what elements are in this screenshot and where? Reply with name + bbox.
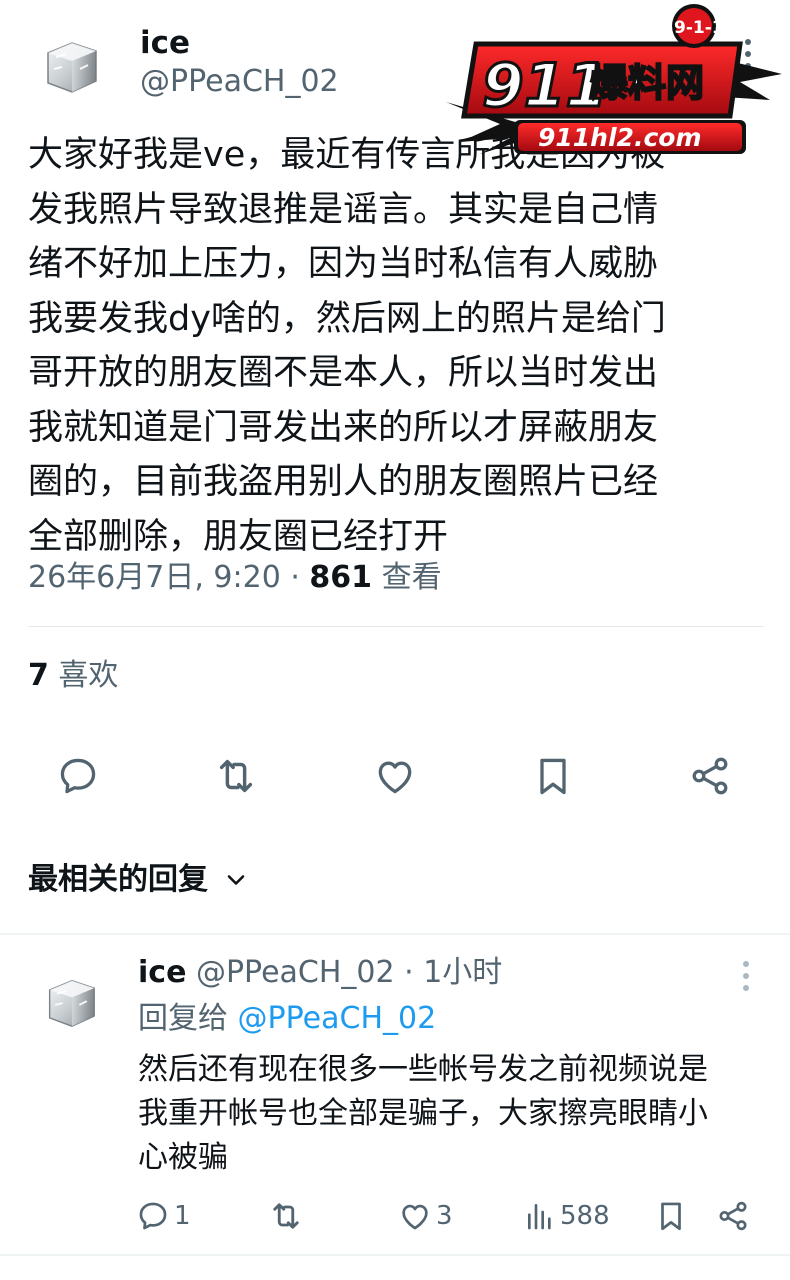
like-button[interactable]: [371, 752, 419, 800]
reply-bookmark-button[interactable]: [654, 1196, 688, 1236]
views-count: 861: [309, 560, 373, 595]
reply-text: 然后还有现在很多一些帐号发之前视频说是 我重开帐号也全部是骗子，大家擦亮眼睛小 …: [138, 1048, 768, 1180]
tweet-timestamp[interactable]: 26年6月7日, 9:20: [28, 560, 281, 595]
retweet-icon: [273, 1203, 299, 1229]
watermark-logo: 911 爆料网 911hl2.com 9-1-1: [440, 4, 785, 156]
avatar[interactable]: [40, 38, 102, 96]
replying-to-label: 回复给: [138, 1001, 238, 1036]
tweet-text-line: 哥开放的朋友圈不是本人，所以当时发出: [28, 353, 659, 393]
tweet-text-line: 绪不好加上压力，因为当时私信有人威胁: [28, 244, 659, 284]
heart-icon: [378, 761, 412, 794]
views-label: 查看: [372, 560, 442, 595]
share-icon: [692, 757, 728, 795]
tweet-text-line: 全部删除，朋友圈已经打开: [28, 516, 449, 557]
tweet-text-line: 我就知道是门哥发出来的所以才屏蔽朋友: [28, 407, 659, 448]
tweet-text-line: 发我照片导致退推是谣言。其实是自己情: [28, 189, 659, 230]
reply-retweet-button[interactable]: [268, 1196, 308, 1236]
ice-cube-avatar-icon: [48, 979, 95, 1027]
ice-cube-avatar-icon: [47, 42, 97, 93]
reply-handle[interactable]: @PPeaCH_02: [196, 955, 395, 990]
reply-time-separator: ·: [394, 955, 424, 990]
reply-reply-count: 1: [174, 1201, 191, 1231]
reply-display-name[interactable]: ice: [138, 955, 186, 990]
meta-separator: ·: [280, 560, 310, 595]
replying-to: 回复给 @PPeaCH_02: [138, 998, 436, 1040]
bookmark-icon: [540, 758, 566, 795]
reply-header: ice @PPeaCH_02 · 1小时: [138, 952, 502, 994]
reply-like-button[interactable]: 3: [398, 1196, 453, 1236]
reply-text-line: 我重开帐号也全部是骗子，大家擦亮眼睛小: [138, 1096, 708, 1131]
reply-time[interactable]: 1小时: [423, 955, 502, 990]
retweet-button[interactable]: [212, 752, 260, 800]
divider: [0, 1254, 790, 1256]
bookmark-button[interactable]: [529, 752, 577, 800]
share-button[interactable]: [686, 752, 734, 800]
reply-views-button[interactable]: 588: [524, 1196, 610, 1236]
replies-sort-dropdown[interactable]: 最相关的回复: [28, 860, 248, 900]
divider: [28, 626, 764, 627]
reply-text-line: 然后还有现在很多一些帐号发之前视频说是: [138, 1052, 708, 1087]
reply-share-button[interactable]: [716, 1196, 750, 1236]
likes-count: 7: [28, 658, 49, 693]
watermark-badge: 9-1-1: [674, 18, 724, 38]
reply-like-count: 3: [436, 1201, 453, 1231]
replying-to-handle[interactable]: @PPeaCH_02: [238, 1001, 437, 1036]
author-display-name[interactable]: ice: [140, 24, 190, 62]
chevron-down-icon: [227, 875, 245, 885]
likes-summary[interactable]: 7 喜欢: [28, 656, 118, 696]
author-handle[interactable]: @PPeaCH_02: [140, 64, 339, 100]
analytics-icon: [528, 1204, 551, 1230]
reply-text-line: 心被骗: [138, 1140, 228, 1175]
reply-button[interactable]: [54, 752, 102, 800]
reply-view-count: 588: [560, 1201, 610, 1231]
watermark-number: 911: [482, 51, 607, 121]
heart-icon: [402, 1204, 428, 1230]
bookmark-icon: [661, 1202, 681, 1231]
likes-label: 喜欢: [48, 658, 119, 693]
watermark-url: 911hl2.com: [538, 123, 702, 152]
watermark-chinese: 爆料网: [590, 61, 704, 105]
more-options-icon[interactable]: [736, 958, 756, 994]
tweet-text-line: 我要发我dy啥的，然后网上的照片是给门: [28, 298, 666, 339]
tweet-text: 大家好我是ve，最近有传言所我是因为被 发我照片导致退推是谣言。其实是自己情 绪…: [28, 128, 768, 564]
reply-reply-button[interactable]: 1: [136, 1196, 191, 1236]
divider: [0, 933, 790, 935]
comment-icon: [60, 758, 96, 794]
comment-icon: [139, 1202, 167, 1230]
replies-sort-label: 最相关的回复: [28, 862, 208, 897]
tweet-text-line: 圈的，目前我盗用别人的朋友圈照片已经: [28, 462, 659, 502]
tweet-meta: 26年6月7日, 9:20 · 861 查看: [28, 558, 442, 598]
share-icon: [719, 1201, 747, 1231]
retweet-icon: [219, 759, 253, 793]
reply-avatar[interactable]: [42, 975, 100, 1031]
